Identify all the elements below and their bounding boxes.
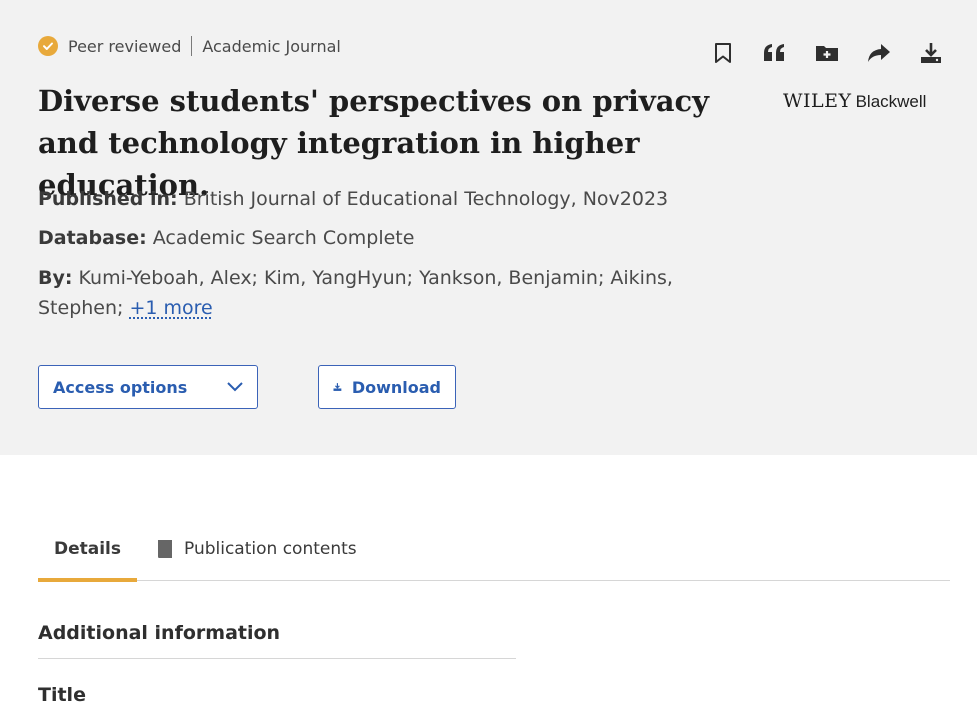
published-in-value: British Journal of Educational Technolog… bbox=[183, 188, 669, 210]
tab-details[interactable]: Details bbox=[38, 520, 137, 582]
download-toolbar-button[interactable] bbox=[905, 38, 957, 68]
download-icon bbox=[333, 383, 342, 391]
more-authors-link[interactable]: +1 more bbox=[129, 297, 212, 319]
tab-publication-contents[interactable]: Publication contents bbox=[156, 520, 357, 578]
access-options-label: Access options bbox=[53, 377, 188, 397]
record-toolbar bbox=[697, 38, 957, 68]
tab-details-label: Details bbox=[53, 539, 121, 559]
title-field-label: Title bbox=[38, 684, 86, 706]
share-button[interactable] bbox=[853, 38, 905, 68]
published-in-label: Published in: bbox=[38, 188, 178, 210]
download-button-label: Download bbox=[351, 377, 441, 397]
authors-row: By: Kumi-Yeboah, Alex; Kim, YangHyun; Ya… bbox=[38, 263, 678, 323]
publisher-logo-secondary: Blackwell bbox=[855, 92, 927, 111]
additional-information-heading: Additional information bbox=[38, 622, 516, 659]
tab-publication-contents-label: Publication contents bbox=[184, 539, 357, 559]
record-meta: Peer reviewed Academic Journal bbox=[38, 36, 341, 56]
record-tabs: Details Publication contents bbox=[38, 520, 950, 582]
download-button[interactable]: Download bbox=[318, 365, 456, 409]
share-icon bbox=[868, 44, 890, 62]
cite-button[interactable] bbox=[749, 38, 801, 68]
bookmark-icon bbox=[715, 43, 731, 63]
peer-reviewed-check-icon bbox=[38, 36, 58, 56]
database-label: Database: bbox=[38, 227, 147, 249]
bookmark-button[interactable] bbox=[697, 38, 749, 68]
meta-divider bbox=[191, 36, 193, 56]
publisher-logo-primary: WILEY bbox=[783, 90, 852, 112]
download-icon bbox=[921, 43, 941, 63]
database-row: Database: Academic Search Complete bbox=[38, 223, 414, 253]
access-options-dropdown[interactable]: Access options bbox=[38, 365, 258, 409]
book-icon bbox=[158, 540, 172, 558]
publisher-logo: WILEY Blackwell bbox=[783, 90, 926, 112]
published-in-row: Published in: British Journal of Educati… bbox=[38, 184, 668, 214]
authors-label: By: bbox=[38, 267, 73, 289]
chevron-down-icon bbox=[227, 382, 243, 392]
cite-icon bbox=[764, 44, 784, 61]
database-value: Academic Search Complete bbox=[152, 227, 415, 249]
add-to-folder-icon bbox=[816, 46, 838, 61]
peer-reviewed-label: Peer reviewed bbox=[68, 36, 182, 56]
add-to-folder-button[interactable] bbox=[801, 38, 853, 68]
source-type-label: Academic Journal bbox=[202, 36, 341, 56]
